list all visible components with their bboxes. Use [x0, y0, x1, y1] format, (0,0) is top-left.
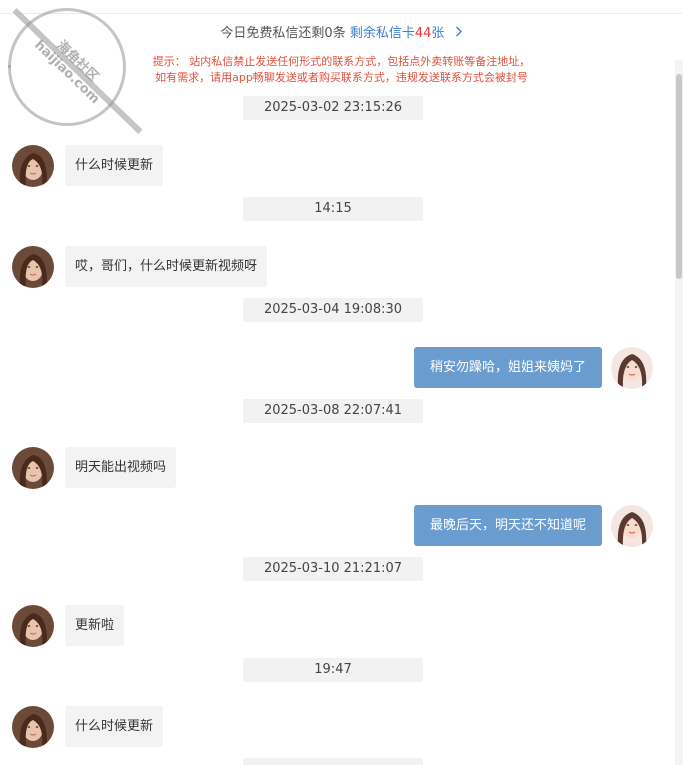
scrollbar-thumb[interactable] [676, 74, 682, 279]
incoming-message: 什么时候更新 [65, 706, 164, 747]
timestamp: 2025-03-02 23:15:26 [243, 96, 423, 120]
avatar[interactable] [611, 505, 653, 547]
outgoing-message: 最晚后天，明天还不知道呢 [414, 505, 602, 546]
timestamp: 2025-03-04 19:08:30 [243, 298, 423, 322]
avatar[interactable] [12, 605, 54, 647]
timestamp: 2025-03-08 22:07:41 [243, 399, 423, 423]
avatar[interactable] [12, 447, 54, 489]
avatar[interactable] [611, 347, 653, 389]
incoming-message: 更新啦 [65, 605, 125, 646]
card-suffix: 张 [431, 26, 445, 41]
free-quota-text: 今日免费私信还剩0条 [220, 26, 346, 41]
chat-page: 今日免费私信还剩0条 剩余私信卡44张 提示： 站内私信禁止发送任何形式的联系方… [0, 0, 683, 765]
quota-bar: 今日免费私信还剩0条 剩余私信卡44张 [0, 24, 683, 44]
incoming-message: 哎，哥们，什么时候更新视频呀 [65, 246, 268, 287]
notice-line-1: 提示： 站内私信禁止发送任何形式的联系方式，包括点外卖转账等备注地址， [152, 55, 531, 68]
avatar[interactable] [12, 145, 54, 187]
chevron-right-icon [455, 24, 463, 44]
stray-dot [8, 65, 11, 68]
timestamp-partial [243, 758, 423, 765]
outgoing-message: 稍安勿躁哈，姐姐来姨妈了 [414, 347, 602, 388]
timestamp: 14:15 [243, 197, 423, 221]
notice-line-2: 如有需求，请用app畅聊发送或者购买联系方式，违规发送联系方式会被封号 [155, 71, 528, 84]
timestamp: 2025-03-10 21:21:07 [243, 557, 423, 581]
policy-notice: 提示： 站内私信禁止发送任何形式的联系方式，包括点外卖转账等备注地址， 如有需求… [0, 54, 683, 86]
card-count: 44 [414, 26, 432, 41]
avatar[interactable] [12, 706, 54, 748]
message-card-link[interactable]: 剩余私信卡44张 [350, 26, 463, 41]
top-divider [0, 13, 683, 14]
card-prefix: 剩余私信卡 [349, 26, 415, 41]
scrollbar[interactable] [675, 60, 683, 765]
timestamp: 19:47 [243, 658, 423, 682]
incoming-message: 明天能出视频吗 [65, 447, 177, 488]
incoming-message: 什么时候更新 [65, 145, 164, 186]
avatar[interactable] [12, 246, 54, 288]
